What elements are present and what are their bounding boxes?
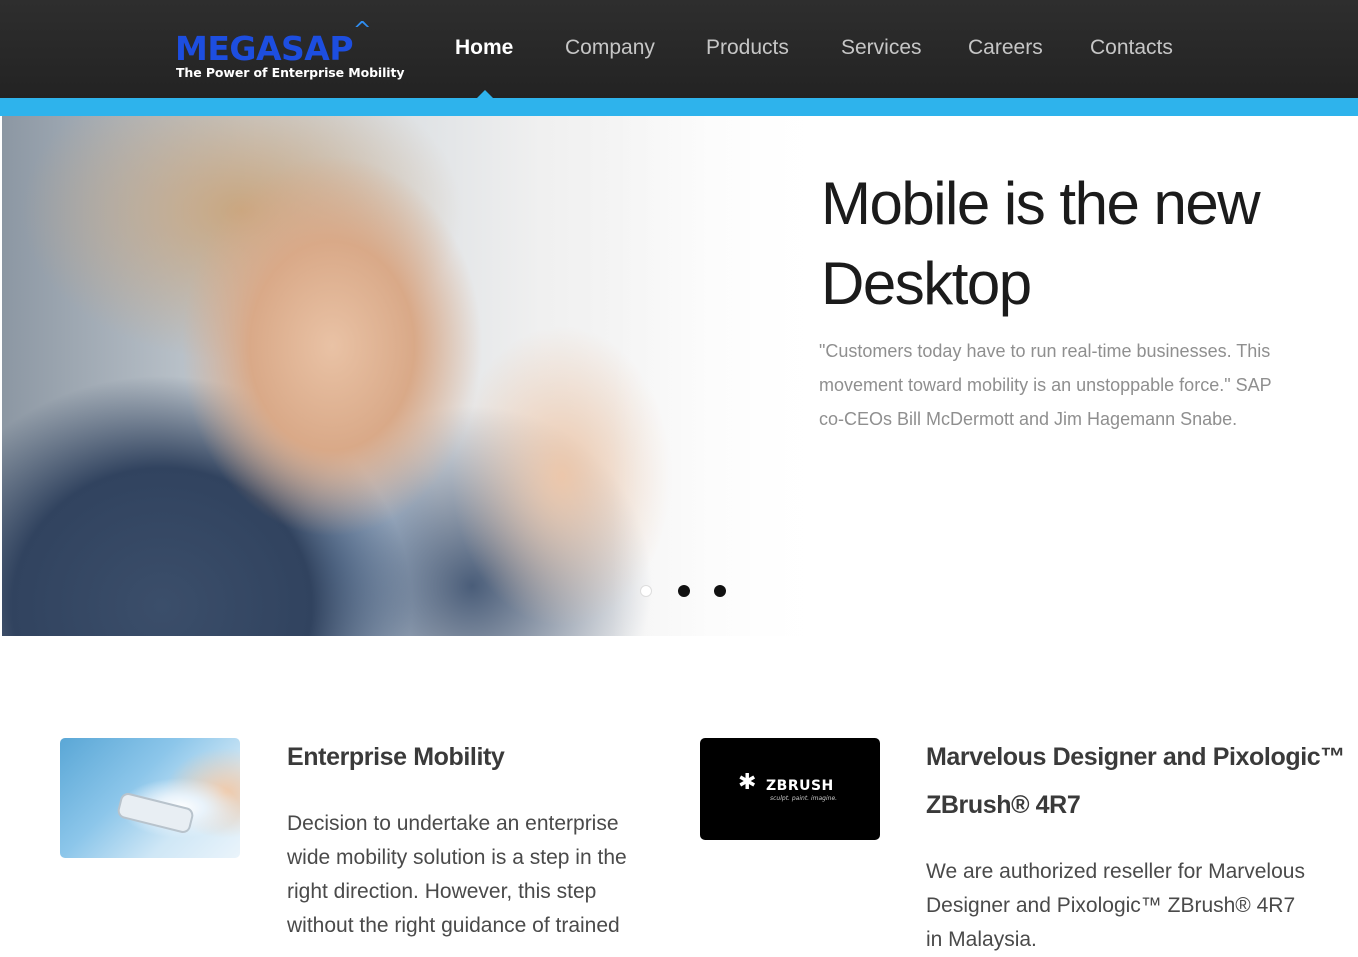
zbrush-logo-text: ZBRUSH xyxy=(766,778,834,794)
nav-contacts[interactable]: Contacts xyxy=(1090,36,1173,66)
slider-dot-1[interactable] xyxy=(640,585,652,597)
logo-tagline: The Power of Enterprise Mobility xyxy=(176,65,405,80)
header-accent-bar xyxy=(0,98,1358,116)
enterprise-mobility-text: Decision to undertake an enterprise wide… xyxy=(287,812,627,937)
nav-company[interactable]: Company xyxy=(565,36,655,66)
zbrush-title[interactable]: Marvelous Designer and Pixologic™ ZBrush… xyxy=(926,733,1346,829)
smartphone-icon xyxy=(115,791,196,835)
slider-dot-3[interactable] xyxy=(714,585,726,597)
logo-wordmark: MEGASAP xyxy=(175,29,354,68)
enterprise-mobility-image[interactable] xyxy=(60,738,240,858)
nav-products[interactable]: Products xyxy=(706,36,789,66)
zbrush-runner-icon: ✱ xyxy=(738,770,757,795)
active-nav-pointer-icon xyxy=(477,90,493,98)
slider-dot-2[interactable] xyxy=(678,585,690,597)
nav-careers[interactable]: Careers xyxy=(968,36,1043,66)
logo-caret-icon: ^ xyxy=(353,18,372,43)
enterprise-mobility-title[interactable]: Enterprise Mobility xyxy=(287,733,647,781)
hero-title: Mobile is the new Desktop xyxy=(821,170,1261,317)
zbrush-logo-image[interactable]: ✱ ZBRUSH sculpt. paint. imagine. xyxy=(700,738,880,840)
nav-services[interactable]: Services xyxy=(841,36,922,66)
nav-home[interactable]: Home xyxy=(455,36,513,66)
zbrush-logo-tagline: sculpt. paint. imagine. xyxy=(770,795,838,802)
zbrush-text: We are authorized reseller for Marvelous… xyxy=(926,860,1305,951)
site-header: MEGASAP ^ The Power of Enterprise Mobili… xyxy=(0,0,1358,98)
hero-slider: Mobile is the new Desktop "Customers tod… xyxy=(2,116,1358,636)
hero-businessman-photo xyxy=(2,116,832,636)
hero-quote: "Customers today have to run real-time b… xyxy=(819,341,1272,429)
megasap-logo[interactable]: MEGASAP ^ The Power of Enterprise Mobili… xyxy=(175,20,415,86)
